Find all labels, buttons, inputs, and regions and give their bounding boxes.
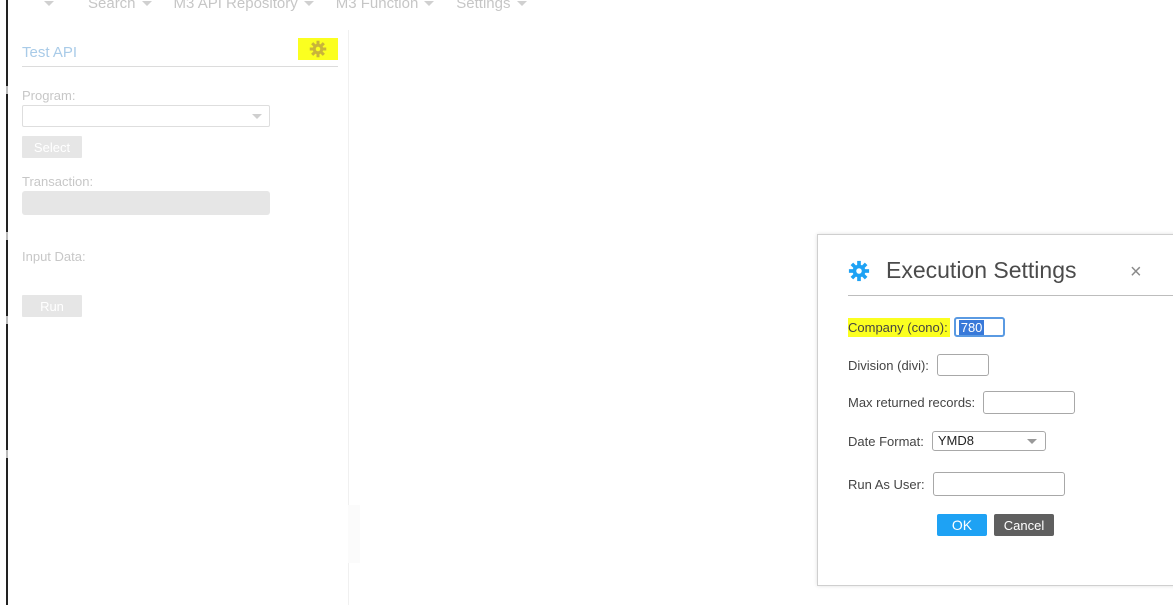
menu-item-search[interactable]: Search [88,0,152,12]
close-icon[interactable]: × [1130,261,1142,284]
program-select[interactable] [22,105,270,127]
ok-button[interactable]: OK [937,514,987,536]
date-format-row: Date Format: YMD8 [848,431,1046,451]
chevron-down-icon [141,0,152,6]
dialog-title: Execution Settings [886,257,1077,283]
company-input[interactable]: 780 [953,317,1005,337]
menu-item-home[interactable] [30,0,66,6]
settings-gear-button[interactable] [298,38,338,60]
division-row: Division (divi): [848,354,989,376]
top-menu-bar: Search M3 API Repository M3 Function Set… [30,0,549,13]
chevron-down-icon [303,0,314,6]
run-as-user-label: Run As User: [848,476,925,492]
menu-item-settings[interactable]: Settings [456,0,527,12]
company-label: Company (cono): [848,317,950,337]
menu-item-m3-function[interactable]: M3 Function [336,0,435,12]
execution-settings-dialog: Execution Settings × Company (cono): 780… [817,234,1173,586]
input-data-label: Input Data: [22,249,86,264]
company-row: Company (cono): 780 [848,317,1005,337]
gear-icon [848,260,870,281]
max-records-input[interactable] [983,391,1076,414]
test-api-panel: Test API Program: Select Transaction: In… [8,30,349,605]
dialog-header: Execution Settings [848,257,1077,284]
run-as-user-row: Run As User: [848,472,1065,496]
panel-title-divider [22,66,338,67]
chevron-down-icon [424,0,435,6]
division-input[interactable] [936,354,989,376]
transaction-label: Transaction: [22,174,94,189]
program-label: Program: [22,88,76,103]
chevron-down-icon [516,0,527,6]
run-as-user-input[interactable] [932,472,1065,496]
cancel-button[interactable]: Cancel [994,514,1054,536]
max-records-label: Max returned records: [848,395,976,410]
dialog-header-divider [848,295,1173,296]
menu-item-m3-api-repository[interactable]: M3 API Repository [174,0,314,12]
gear-icon [309,40,327,58]
chevron-down-icon [1026,439,1037,444]
chevron-down-icon [44,0,54,6]
select-button[interactable]: Select [22,136,82,158]
chevron-down-icon [252,114,262,119]
division-label: Division (divi): [848,357,929,373]
panel-edge-strip [348,505,360,563]
panel-title: Test API [22,44,78,61]
run-button[interactable]: Run [22,295,82,317]
date-format-label: Date Format: [848,433,924,449]
max-records-row: Max returned records: [848,391,1076,414]
date-format-select[interactable]: YMD8 [931,431,1046,451]
transaction-field[interactable] [22,191,270,215]
